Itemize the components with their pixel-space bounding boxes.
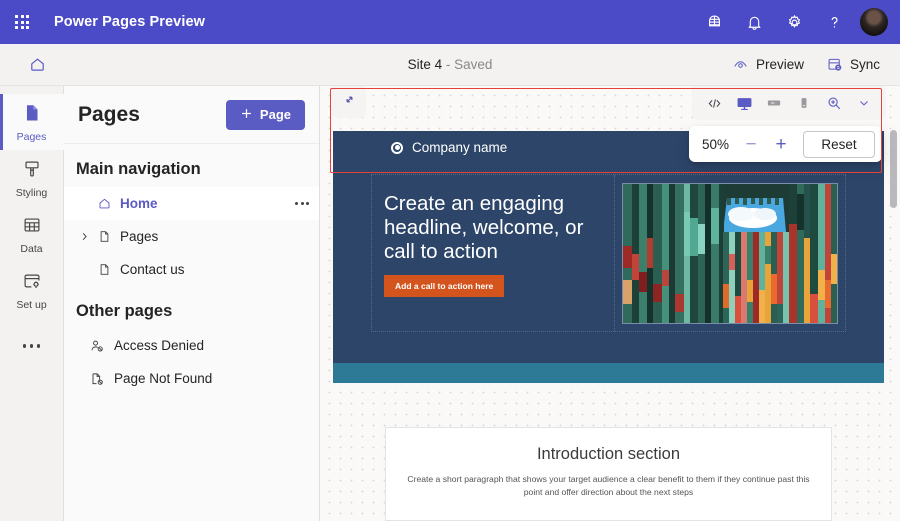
hero-cta-button[interactable]: Add a call to action here <box>384 274 505 297</box>
zoom-reset-button[interactable]: Reset <box>803 130 875 158</box>
user-avatar[interactable] <box>860 8 888 36</box>
setup-gear-window-icon <box>21 270 43 297</box>
introduction-paragraph: Create a short paragraph that shows your… <box>407 474 810 498</box>
app-title: Power Pages Preview <box>54 14 206 30</box>
table-grid-icon <box>21 214 43 241</box>
rail-label-pages: Pages <box>16 130 47 143</box>
zoom-out-button[interactable]: − <box>736 130 766 158</box>
site-title: Site 4 - Saved <box>0 57 900 72</box>
rail-label-setup: Set up <box>16 298 47 311</box>
paint-brush-icon <box>21 158 43 185</box>
section-title-main-navigation: Main navigation <box>76 160 201 178</box>
expand-canvas-button[interactable] <box>332 86 366 118</box>
tablet-view-icon[interactable] <box>760 89 788 117</box>
zoom-level-value: 50% <box>702 136 730 152</box>
rail-item-data[interactable]: Data <box>0 206 64 262</box>
desktop-view-icon[interactable] <box>730 89 758 117</box>
page-item-label: Page Not Found <box>114 371 213 386</box>
site-name-text: Site 4 <box>407 57 443 72</box>
rail-label-data: Data <box>20 242 43 255</box>
notification-bell-icon[interactable] <box>734 0 774 44</box>
introduction-heading: Introduction section <box>536 445 681 463</box>
company-logo-icon <box>391 141 403 154</box>
hero-headline: Create an engaging headline, welcome, or… <box>384 192 584 263</box>
top-bar-actions <box>694 0 900 44</box>
environment-globe-icon[interactable] <box>694 0 734 44</box>
expand-diagonal-icon <box>341 91 358 113</box>
power-pages-app: Power Pages Preview Site 4 - Saved Previ… <box>0 0 900 521</box>
app-launcher-waffle-icon[interactable] <box>0 0 44 44</box>
plus-icon <box>240 107 253 123</box>
company-name-text: Company name <box>412 140 508 155</box>
rail-item-setup[interactable]: Set up <box>0 262 64 318</box>
introduction-section[interactable]: Introduction section Create a short para… <box>385 427 832 521</box>
page-icon <box>21 102 43 129</box>
help-question-icon[interactable] <box>814 0 854 44</box>
page-item-home[interactable]: Home <box>64 187 319 220</box>
page-item-label: Home <box>120 196 158 211</box>
page-item-label: Contact us <box>120 262 185 277</box>
hero-text-column[interactable]: Create an engaging headline, welcome, or… <box>372 175 615 331</box>
site-preview: Company name Create an engaging headline… <box>333 131 884 521</box>
command-bar: Site 4 - Saved Preview Sync <box>0 44 900 86</box>
canvas-vertical-scrollbar[interactable] <box>890 130 897 208</box>
person-blocked-icon <box>84 338 110 354</box>
home-icon <box>92 196 116 211</box>
page-icon <box>92 229 116 244</box>
section-title-other-pages: Other pages <box>76 302 173 320</box>
add-page-label: Page <box>259 107 291 122</box>
rail-item-pages[interactable]: Pages <box>0 94 64 150</box>
zoom-level-popup: 50% − + Reset <box>689 126 882 162</box>
code-view-icon[interactable] <box>700 89 728 117</box>
pages-panel-header: Pages Page <box>64 86 319 144</box>
add-page-button[interactable]: Page <box>225 99 305 130</box>
accent-band <box>333 363 884 383</box>
page-title: Pages <box>78 102 140 126</box>
pages-panel: Pages Page Main navigation Home Pages Co… <box>64 86 320 521</box>
page-item-label: Pages <box>120 229 159 244</box>
mobile-view-icon[interactable] <box>790 89 818 117</box>
page-item-menu-icon[interactable] <box>295 202 309 205</box>
rail-more-ellipsis-icon[interactable] <box>0 324 64 368</box>
zoom-in-button[interactable]: + <box>766 130 796 158</box>
page-icon <box>92 262 116 277</box>
chevron-right-icon[interactable] <box>76 231 92 242</box>
hero-image <box>622 182 838 324</box>
main-navigation-list: Home Pages Contact us <box>64 187 319 286</box>
settings-gear-icon[interactable] <box>774 0 814 44</box>
page-item-access-denied[interactable]: Access Denied <box>64 329 319 362</box>
save-state-text: - Saved <box>442 57 493 72</box>
left-nav-rail: Pages Styling Data Set up <box>0 86 64 521</box>
chevron-down-icon[interactable] <box>850 89 878 117</box>
site-design-canvas[interactable]: Company name Create an engaging headline… <box>320 86 900 521</box>
rail-item-styling[interactable]: Styling <box>0 150 64 206</box>
hero-section[interactable]: Create an engaging headline, welcome, or… <box>333 164 884 363</box>
other-pages-list: Access Denied Page Not Found <box>64 329 319 395</box>
page-item-label: Access Denied <box>114 338 205 353</box>
hero-inner: Create an engaging headline, welcome, or… <box>371 174 846 332</box>
rail-label-styling: Styling <box>15 186 48 199</box>
page-item-contact-us[interactable]: Contact us <box>64 253 319 286</box>
zoom-in-icon[interactable] <box>820 89 848 117</box>
top-app-bar: Power Pages Preview <box>0 0 900 44</box>
device-view-toolbar <box>692 86 886 120</box>
page-item-pages[interactable]: Pages <box>64 220 319 253</box>
page-blocked-icon <box>84 371 110 387</box>
hero-image-column[interactable] <box>615 175 845 331</box>
page-item-page-not-found[interactable]: Page Not Found <box>64 362 319 395</box>
